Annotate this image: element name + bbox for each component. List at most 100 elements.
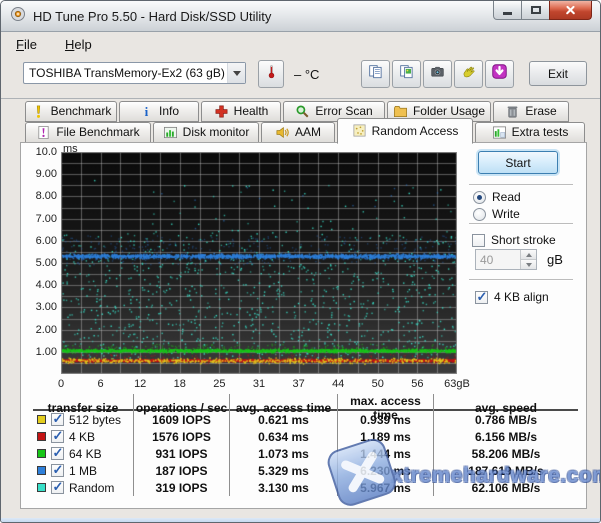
copy-image-button[interactable] bbox=[392, 60, 421, 88]
series-checkbox[interactable] bbox=[51, 479, 64, 495]
transfer-size-label: 512 bytes bbox=[69, 412, 122, 427]
download-button[interactable] bbox=[485, 60, 514, 88]
tab-erase[interactable]: Erase bbox=[493, 101, 569, 122]
operations-value: 187 IOPS bbox=[133, 462, 229, 479]
radio-icon bbox=[473, 207, 486, 221]
tab-file-benchmark[interactable]: File Benchmark bbox=[25, 122, 151, 143]
stepper-up-icon[interactable] bbox=[521, 250, 536, 260]
series-checkbox[interactable] bbox=[51, 462, 64, 478]
max-access-time-value: 1.189 ms bbox=[337, 428, 433, 445]
transfer-size-label: Random bbox=[69, 480, 115, 495]
menu-file[interactable]: File bbox=[12, 35, 41, 54]
write-radio[interactable]: Write bbox=[473, 207, 520, 221]
divider bbox=[469, 184, 573, 185]
tab-label: Erase bbox=[525, 104, 557, 118]
checkbox-icon bbox=[472, 233, 485, 247]
x-tick-label: 44 bbox=[332, 378, 345, 390]
tab-benchmark[interactable]: Benchmark bbox=[25, 101, 117, 122]
tab-row-1: Benchmark i Info Health Error Scan Folder Usa… bbox=[25, 101, 569, 122]
file-exclamation-icon bbox=[36, 125, 51, 140]
short-stroke-size-input[interactable] bbox=[476, 250, 520, 269]
exit-button[interactable]: Exit bbox=[529, 61, 587, 86]
y-tick-label: 6.00 bbox=[35, 234, 57, 247]
tab-label: Info bbox=[158, 104, 179, 118]
kb-align-checkbox[interactable]: 4 KB align bbox=[475, 289, 549, 305]
results-table: transfer size operations / sec avg. access… bbox=[33, 394, 578, 496]
divider bbox=[469, 279, 573, 280]
titlebar[interactable]: HD Tune Pro 5.50 - Hard Disk/SSD Utility bbox=[1, 1, 600, 32]
folder-icon bbox=[393, 104, 408, 119]
random-dots-icon bbox=[352, 123, 367, 138]
x-tick-label: 18 bbox=[173, 378, 186, 390]
series-checkbox[interactable] bbox=[51, 445, 64, 461]
trash-icon bbox=[505, 104, 520, 119]
series-color-swatch bbox=[37, 449, 46, 458]
avg-speed-value: 58.206 MB/s bbox=[433, 445, 578, 462]
menu-help[interactable]: Help bbox=[61, 35, 96, 54]
tab-row-2: File Benchmark Disk monitor AAM Random Acce… bbox=[25, 118, 585, 144]
read-radio[interactable]: Read bbox=[473, 190, 521, 204]
x-tick-label: 56 bbox=[411, 378, 424, 390]
series-checkbox[interactable] bbox=[51, 411, 64, 427]
hand-icon bbox=[461, 64, 476, 84]
start-button[interactable]: Start bbox=[478, 151, 558, 174]
x-tick-label: 0 bbox=[57, 378, 65, 390]
tab-random-access[interactable]: Random Access bbox=[337, 118, 473, 144]
table-row: 1 MB 187 IOPS5.329 ms6.230 ms187.619 MB/s bbox=[33, 462, 578, 479]
hd-tune-window: HD Tune Pro 5.50 - Hard Disk/SSD Utility… bbox=[0, 0, 601, 523]
save-results-button[interactable] bbox=[454, 60, 483, 88]
avg-speed-value: 187.619 MB/s bbox=[433, 462, 578, 479]
avg-access-time-value: 1.073 ms bbox=[229, 445, 337, 462]
copy-text-button[interactable] bbox=[361, 60, 390, 88]
avg-speed-value: 6.156 MB/s bbox=[433, 428, 578, 445]
avg-access-time-value: 3.130 ms bbox=[229, 479, 337, 496]
maximize-button[interactable] bbox=[521, 1, 550, 20]
app-icon bbox=[10, 6, 26, 27]
radio-icon bbox=[473, 190, 486, 204]
avg-speed-value: 0.786 MB/s bbox=[433, 411, 578, 428]
health-cross-icon bbox=[214, 104, 229, 119]
short-stroke-checkbox[interactable]: Short stroke bbox=[472, 233, 556, 247]
minimize-button[interactable] bbox=[493, 1, 522, 20]
close-button[interactable] bbox=[549, 1, 592, 20]
x-tick-label: 12 bbox=[134, 378, 147, 390]
download-arrow-icon bbox=[492, 64, 507, 84]
window-title: HD Tune Pro 5.50 - Hard Disk/SSD Utility bbox=[33, 8, 272, 24]
tab-health[interactable]: Health bbox=[201, 101, 281, 122]
y-tick-label: 5.00 bbox=[35, 257, 57, 269]
y-tick-label: 10.0 bbox=[35, 146, 57, 158]
short-stroke-size-stepper[interactable] bbox=[475, 249, 537, 270]
max-access-time-value: 0.939 ms bbox=[337, 411, 433, 428]
tab-label: Health bbox=[233, 104, 269, 118]
tab-disk-monitor[interactable]: Disk monitor bbox=[153, 122, 259, 143]
avg-speed-value: 62.106 MB/s bbox=[433, 479, 578, 496]
tab-info[interactable]: i Info bbox=[119, 101, 199, 122]
screenshot-button[interactable] bbox=[423, 60, 452, 88]
calc-chart-icon bbox=[492, 125, 507, 140]
stepper-arrows[interactable] bbox=[520, 250, 536, 269]
tab-extra-tests[interactable]: Extra tests bbox=[475, 122, 585, 143]
checkbox-icon bbox=[475, 289, 488, 305]
bar-chart-icon bbox=[163, 125, 178, 140]
operations-value: 1576 IOPS bbox=[133, 428, 229, 445]
stepper-down-icon[interactable] bbox=[521, 260, 536, 269]
y-tick-label: 8.00 bbox=[35, 190, 57, 203]
y-tick-label: 9.00 bbox=[35, 168, 57, 181]
divider bbox=[469, 223, 573, 224]
tab-label: File Benchmark bbox=[56, 125, 140, 139]
info-icon: i bbox=[139, 104, 154, 119]
copy-image-icon bbox=[399, 64, 414, 84]
tab-aam[interactable]: AAM bbox=[261, 122, 335, 143]
tab-label: Disk monitor bbox=[182, 125, 250, 139]
x-tick-label: 31 bbox=[252, 378, 266, 390]
temperature-button[interactable] bbox=[258, 60, 284, 88]
random-access-panel: ms 10.0 9.00 8.00 7.00 6.00 5.00 4.00 3.00 2.00 1… bbox=[20, 142, 600, 509]
drive-select[interactable]: TOSHIBA TransMemory-Ex2 (63 gB) bbox=[23, 62, 246, 84]
max-access-time-value: 1.444 ms bbox=[337, 445, 433, 462]
speaker-icon bbox=[275, 125, 290, 140]
tab-label: Extra tests bbox=[511, 125, 569, 139]
avg-access-time-value: 0.621 ms bbox=[229, 411, 337, 428]
series-checkbox[interactable] bbox=[51, 428, 64, 444]
drive-select-value: TOSHIBA TransMemory-Ex2 (63 gB) bbox=[29, 66, 225, 80]
max-access-time-value: 5.967 ms bbox=[337, 479, 433, 496]
